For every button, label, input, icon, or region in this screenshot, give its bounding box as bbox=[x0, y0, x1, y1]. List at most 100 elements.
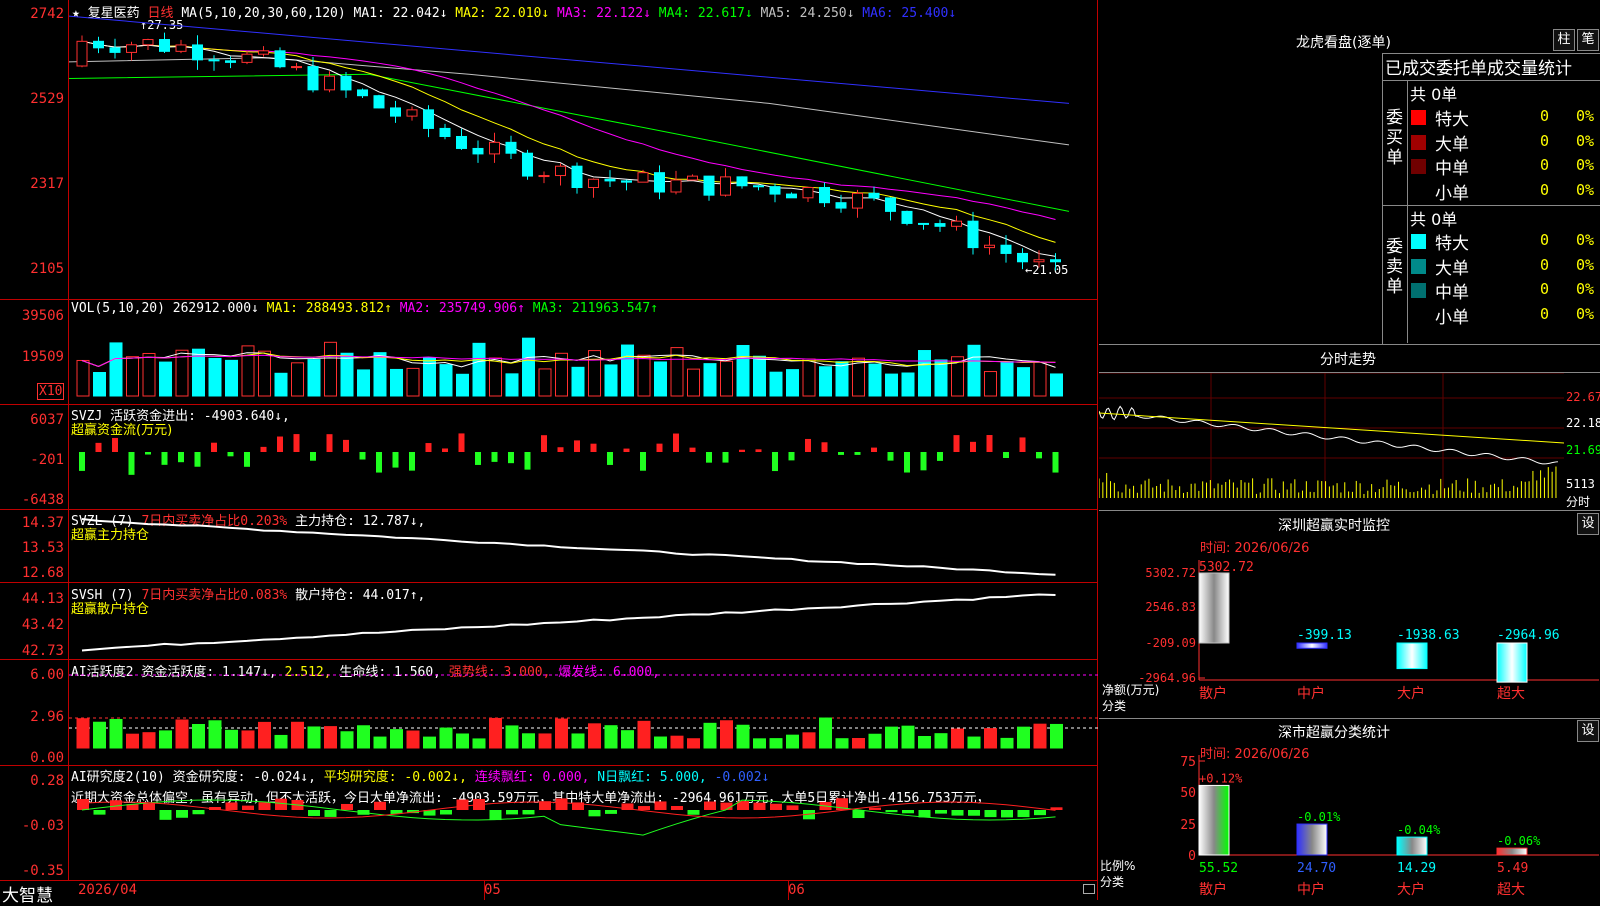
flow-bar bbox=[904, 452, 910, 473]
candle-body bbox=[555, 165, 566, 177]
candle-body bbox=[472, 147, 484, 155]
candle-body bbox=[93, 40, 104, 49]
svzj-tick: -6438 bbox=[21, 492, 64, 508]
candle-body bbox=[802, 187, 814, 199]
activity-bar bbox=[1000, 737, 1014, 749]
activity-bar bbox=[357, 725, 370, 749]
main-holding-chart[interactable] bbox=[69, 510, 1098, 582]
net-bar-value: -2964.96 bbox=[1497, 628, 1560, 643]
volume-bar bbox=[324, 341, 337, 397]
volume-chart[interactable] bbox=[69, 300, 1098, 404]
order-size-label: 特大 bbox=[1435, 110, 1469, 130]
activity-bar bbox=[736, 724, 750, 749]
activity-bar bbox=[555, 718, 568, 749]
research-bar bbox=[159, 810, 172, 820]
tick-mode-button[interactable]: 笔 bbox=[1577, 29, 1599, 51]
volume-bar bbox=[489, 357, 502, 397]
activity-bar bbox=[109, 718, 123, 749]
flow-bar bbox=[260, 446, 267, 452]
net-cat-label: 超大 bbox=[1497, 686, 1525, 702]
price-tick: 2317 bbox=[30, 176, 64, 192]
retail-holding-chart[interactable] bbox=[69, 583, 1098, 659]
brand-logo: 大智慧 bbox=[2, 886, 53, 906]
candlestick-chart[interactable] bbox=[69, 0, 1098, 299]
research-chart[interactable] bbox=[69, 766, 1098, 880]
research-bar bbox=[308, 810, 320, 816]
candle-body bbox=[340, 75, 352, 91]
volume-bar bbox=[142, 352, 156, 397]
order-pct: 0% bbox=[1576, 280, 1595, 298]
bar-mode-button[interactable]: 柱 bbox=[1553, 29, 1575, 51]
activity-bar bbox=[175, 719, 189, 749]
research-bar bbox=[687, 810, 700, 815]
activity-bar bbox=[489, 717, 502, 749]
ratio-bar bbox=[1496, 847, 1528, 856]
panel-divider bbox=[0, 880, 1098, 881]
volume-bar bbox=[291, 362, 304, 397]
candle-body bbox=[142, 39, 154, 46]
flow-bar bbox=[475, 452, 481, 465]
legend-swatch bbox=[1411, 234, 1426, 249]
activity-bar bbox=[885, 726, 898, 749]
order-count: 0 bbox=[1540, 156, 1550, 174]
net-amount-chart[interactable]: 5302.72 2546.83 -209.09 -2964.96 5302.72 散户 -3… bbox=[1099, 550, 1600, 720]
activity-bar bbox=[307, 726, 321, 749]
activity-bar bbox=[934, 733, 948, 749]
flow-bar bbox=[293, 434, 300, 452]
research-bar bbox=[258, 802, 271, 810]
activity-bar bbox=[225, 729, 238, 749]
legend-swatch bbox=[1411, 134, 1426, 150]
activity-bar bbox=[571, 733, 585, 749]
volume-bar bbox=[868, 363, 882, 397]
order-size-label: 中单 bbox=[1435, 283, 1469, 303]
flow-bar bbox=[161, 452, 168, 465]
research-bar bbox=[951, 810, 964, 816]
flow-bar bbox=[376, 452, 382, 473]
candle-body bbox=[670, 179, 682, 193]
activity-bar bbox=[456, 733, 469, 749]
ratio-chart[interactable]: 75 50 25 0 +0.12% 55.52 散户 -0.01% 24.70 中户 -0.04% 1… bbox=[1099, 755, 1600, 900]
activity-bar bbox=[687, 738, 700, 749]
flow-bar bbox=[95, 442, 102, 452]
research-bar bbox=[638, 806, 650, 810]
research-bar bbox=[374, 801, 386, 810]
volume-bar bbox=[505, 373, 519, 397]
research-bar bbox=[192, 810, 205, 815]
activity-bar bbox=[93, 721, 106, 749]
date-label: 2026/04 bbox=[78, 882, 138, 898]
flow-bar bbox=[689, 447, 696, 452]
intraday-chart[interactable] bbox=[1099, 373, 1564, 509]
fund-flow-chart[interactable] bbox=[69, 405, 1098, 509]
candle-body bbox=[126, 44, 137, 53]
flow-bar bbox=[1019, 437, 1026, 452]
activity-bar bbox=[340, 731, 354, 749]
monitor-settings-button[interactable]: 设 bbox=[1577, 513, 1599, 535]
research-bar bbox=[324, 810, 337, 817]
lock-icon[interactable] bbox=[1083, 884, 1095, 894]
candle-body bbox=[621, 180, 632, 183]
ratio-value: 5.49 bbox=[1497, 861, 1528, 876]
fenshi-label: 分时 bbox=[1566, 495, 1591, 509]
flow-bar bbox=[887, 452, 894, 461]
net-cat-label: 大户 bbox=[1397, 685, 1425, 702]
order-count: 0 bbox=[1540, 180, 1550, 199]
net-cat-label: 散户 bbox=[1199, 685, 1227, 702]
activity-bar bbox=[472, 738, 486, 749]
activity-bar bbox=[274, 734, 288, 749]
volume-bar bbox=[1050, 373, 1063, 397]
order-count: 0 bbox=[1540, 231, 1550, 249]
flow-bar bbox=[145, 452, 151, 455]
candle-body bbox=[786, 193, 797, 199]
ratio-cat-label: 中户 bbox=[1297, 881, 1325, 898]
class-settings-button[interactable]: 设 bbox=[1577, 720, 1599, 742]
volume-bar bbox=[835, 361, 849, 397]
candle-body bbox=[258, 50, 269, 55]
candle-body bbox=[1050, 259, 1061, 263]
research-bar bbox=[605, 810, 617, 814]
volume-bar bbox=[934, 359, 948, 397]
flow-bar bbox=[244, 452, 250, 467]
candle-body bbox=[967, 220, 979, 249]
svsh-tick: 42.73 bbox=[21, 643, 64, 659]
activity-chart[interactable] bbox=[69, 660, 1098, 765]
activity-bar bbox=[126, 733, 139, 749]
